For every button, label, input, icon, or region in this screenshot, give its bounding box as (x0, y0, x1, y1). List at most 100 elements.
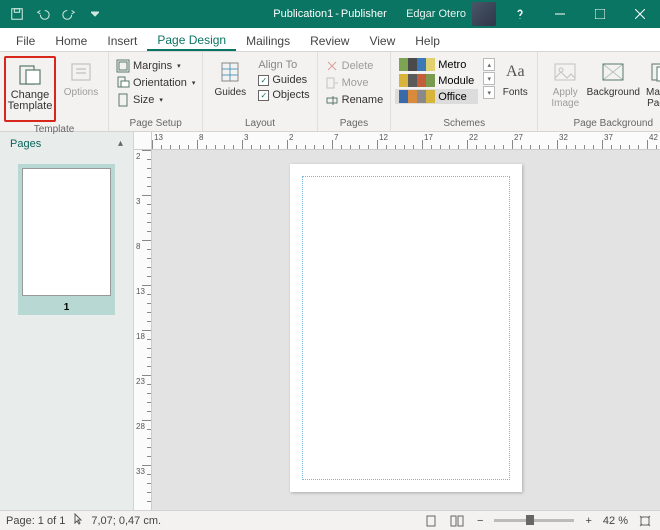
master-pages-icon (647, 59, 660, 85)
redo-button[interactable] (58, 3, 80, 25)
group-page-setup: Margins▾ Orientation▾ Size▾ Page Setup (109, 52, 203, 131)
canvas[interactable] (152, 150, 660, 510)
orientation-button[interactable]: Orientation▾ (113, 75, 198, 91)
tab-page-design[interactable]: Page Design (147, 29, 236, 51)
change-template-button[interactable]: Change Template (7, 59, 53, 119)
tab-insert[interactable]: Insert (97, 30, 147, 51)
group-page-background: Apply Image Background Master Pages Page… (538, 52, 660, 131)
document-name: Publication1 (273, 8, 333, 20)
background-button[interactable]: Background (590, 56, 636, 116)
ribbon-tabs: File Home Insert Page Design Mailings Re… (0, 28, 660, 52)
thumbnail-preview (22, 168, 111, 296)
move-page-button: Move (322, 75, 387, 91)
apply-image-button: Apply Image (542, 56, 588, 116)
guides-button[interactable]: Guides (207, 56, 253, 116)
horizontal-ruler[interactable]: 13832712172227323742 (152, 132, 660, 150)
dropdown-icon[interactable]: ▾ (483, 86, 495, 99)
zoom-slider[interactable] (494, 519, 574, 522)
quick-access-toolbar (0, 0, 106, 28)
save-button[interactable] (6, 3, 28, 25)
delete-icon (325, 59, 339, 73)
zoom-out-button[interactable]: − (474, 515, 486, 527)
schemes-gallery[interactable]: Metro Module Office (395, 56, 478, 104)
scheme-metro[interactable]: Metro (395, 57, 478, 72)
canvas-area: 13832712172227323742 23813182328333843 (134, 132, 660, 510)
tab-review[interactable]: Review (300, 30, 359, 51)
tab-mailings[interactable]: Mailings (236, 30, 300, 51)
scheme-office[interactable]: Office (395, 89, 478, 104)
size-icon (116, 93, 130, 107)
workspace: Pages ▴ 1 13832712172227323742 238131823… (0, 132, 660, 510)
chevron-up-icon[interactable]: ▴ (483, 58, 495, 71)
page-thumbnail[interactable] (18, 164, 115, 300)
schemes-scroll[interactable]: ▴▾▾ (483, 56, 495, 99)
group-template: Change Template Options Template (0, 52, 109, 131)
minimize-button[interactable] (540, 0, 580, 28)
pages-panel-title: Pages (10, 138, 41, 150)
page-indicator[interactable]: Page: 1 of 1 (6, 515, 65, 527)
zoom-level[interactable]: 42 % (603, 515, 628, 527)
undo-button[interactable] (32, 3, 54, 25)
maximize-button[interactable] (580, 0, 620, 28)
highlight-change-template: Change Template (4, 56, 56, 122)
title-bar: Publication1 - Publisher Edgar Otero (0, 0, 660, 28)
single-page-view-button[interactable] (422, 513, 440, 529)
chevron-down-icon: ▾ (159, 96, 163, 104)
tab-view[interactable]: View (359, 30, 405, 51)
window-title: Publication1 - Publisher (273, 8, 386, 20)
group-schemes: Metro Module Office ▴▾▾ Aa Fonts Schemes (391, 52, 538, 131)
chevron-down-icon[interactable]: ▾ (483, 72, 495, 85)
tab-help[interactable]: Help (405, 30, 450, 51)
collapse-panel-icon[interactable]: ▴ (118, 138, 123, 149)
tab-home[interactable]: Home (45, 30, 97, 51)
move-icon (325, 76, 339, 90)
help-button[interactable] (500, 0, 540, 28)
user-name[interactable]: Edgar Otero (400, 8, 472, 20)
options-icon (67, 59, 95, 85)
scheme-module[interactable]: Module (395, 73, 478, 88)
template-icon (16, 62, 44, 88)
ribbon: Change Template Options Template Margins… (0, 52, 660, 132)
page[interactable] (290, 164, 522, 492)
close-button[interactable] (620, 0, 660, 28)
margins-icon (116, 59, 130, 73)
group-pages: Delete Move Rename Pages (318, 52, 392, 131)
pages-panel: Pages ▴ 1 (0, 132, 134, 510)
checkbox-icon: ✓ (258, 75, 269, 86)
group-layout: Guides Align To ✓Guides ✓Objects Layout (203, 52, 317, 131)
align-to-label: Align To (255, 58, 312, 72)
checkbox-icon: ✓ (258, 90, 269, 101)
rename-icon (325, 93, 339, 107)
guides-icon (216, 59, 244, 85)
vertical-ruler[interactable]: 23813182328333843 (134, 150, 152, 510)
cursor-icon (73, 513, 83, 528)
options-button: Options (58, 56, 104, 116)
master-pages-button[interactable]: Master Pages (638, 56, 660, 116)
ruler-corner (134, 132, 152, 150)
zoom-in-button[interactable]: + (582, 515, 594, 527)
background-icon (599, 59, 627, 85)
qat-customize-icon[interactable] (84, 3, 106, 25)
page-margin-guide (302, 176, 510, 480)
tab-file[interactable]: File (6, 30, 45, 51)
two-page-view-button[interactable] (448, 513, 466, 529)
zoom-handle[interactable] (526, 515, 534, 525)
fonts-button[interactable]: Aa Fonts (497, 56, 533, 116)
fit-page-button[interactable] (636, 513, 654, 529)
guides-checkbox[interactable]: ✓Guides (255, 73, 312, 87)
chevron-down-icon: ▾ (192, 79, 196, 87)
fonts-icon: Aa (501, 59, 529, 85)
app-name: Publisher (341, 8, 387, 20)
delete-page-button[interactable]: Delete (322, 58, 387, 74)
rename-page-button[interactable]: Rename (322, 92, 387, 108)
orientation-icon (116, 76, 130, 90)
chevron-down-icon: ▾ (177, 62, 181, 70)
objects-checkbox[interactable]: ✓Objects (255, 88, 312, 102)
thumbnail-number: 1 (18, 300, 115, 315)
coordinates: 7,07; 0,47 cm. (91, 515, 161, 527)
image-icon (551, 59, 579, 85)
size-button[interactable]: Size▾ (113, 92, 198, 108)
margins-button[interactable]: Margins▾ (113, 58, 198, 74)
status-bar: Page: 1 of 1 7,07; 0,47 cm. − + 42 % (0, 510, 660, 530)
avatar[interactable] (472, 2, 496, 26)
